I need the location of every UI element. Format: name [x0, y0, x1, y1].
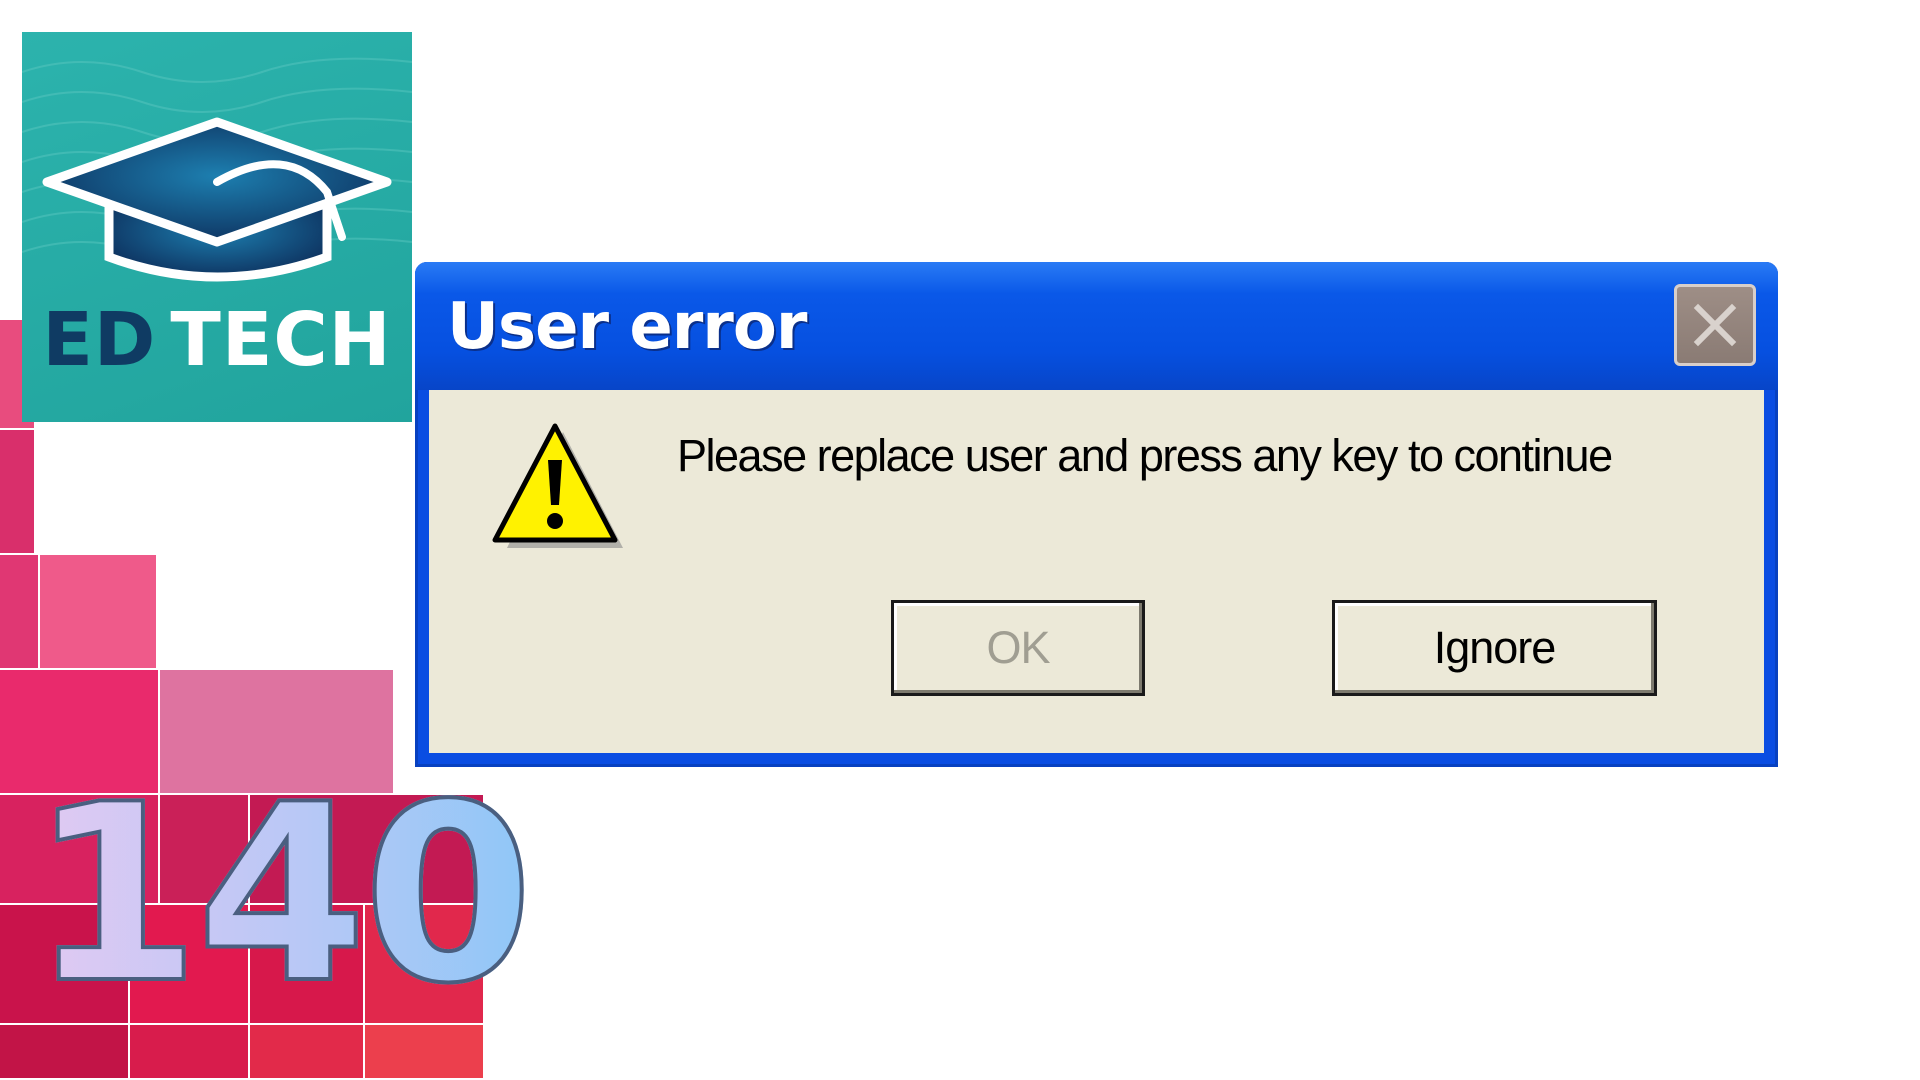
- logo-wordmark: ED TECH: [22, 297, 412, 383]
- warning-icon: [492, 423, 623, 548]
- graduation-cap-icon: [42, 117, 392, 282]
- ok-button[interactable]: OK: [891, 600, 1145, 696]
- ignore-button[interactable]: Ignore: [1332, 600, 1657, 696]
- logo-text-ed: ED: [42, 297, 157, 383]
- dialog-titlebar[interactable]: User error: [415, 262, 1778, 390]
- close-icon: [1693, 303, 1737, 347]
- dialog-title: User error: [447, 290, 807, 364]
- error-dialog: User error Please replace user and press…: [415, 262, 1778, 767]
- edtech-logo: ED TECH: [22, 32, 412, 422]
- dialog-message: Please replace user and press any key to…: [677, 430, 1613, 481]
- close-button[interactable]: [1674, 284, 1756, 366]
- episode-number: 140: [28, 752, 535, 1037]
- dialog-body: Please replace user and press any key to…: [429, 390, 1764, 753]
- logo-text-tech: TECH: [170, 297, 392, 383]
